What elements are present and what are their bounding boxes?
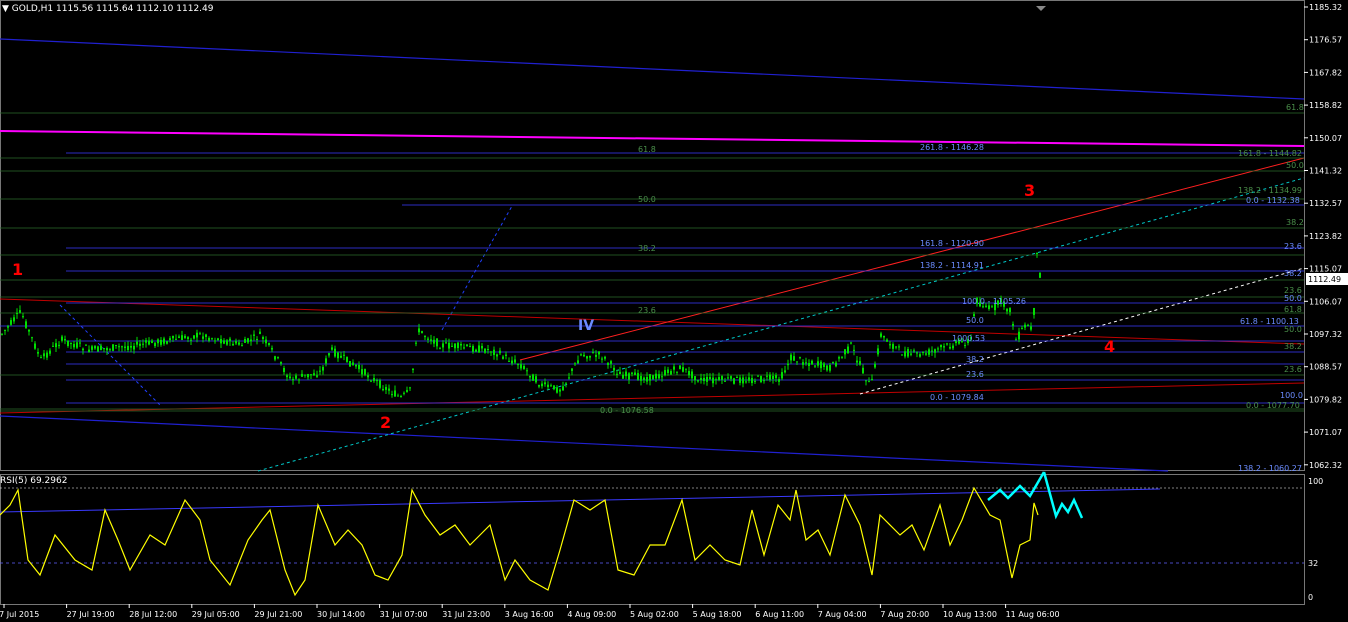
fib-label: 61.8 (638, 145, 656, 154)
fib-label: 50.0 (1284, 325, 1302, 334)
cyan-arrow-down (1042, 471, 1084, 520)
magenta-line[interactable] (0, 130, 1305, 147)
time-tick-label: 7 Aug 04:00 (818, 610, 867, 619)
time-axis: 27 Jul 2015 27 Jul 19:00 28 Jul 12:00 29 Ju… (0, 604, 1060, 619)
wave-label-1: 1 (12, 260, 23, 279)
fib-label: 161.8 - 1144.82 (1238, 149, 1302, 158)
candlesticks (1, 252, 1041, 398)
chart-header: ▼ GOLD,H1 1115.56 1115.64 1112.10 1112.4… (2, 4, 213, 14)
fib-label: 138.2 - 1060.27 (1238, 464, 1302, 473)
fib-label: 0.0 - 1076.58 (600, 406, 654, 415)
current-price-label: 1112.49 (1308, 275, 1341, 284)
time-tick-label: 10 Aug 13:00 (943, 610, 997, 619)
time-tick-label: 3 Aug 16:00 (505, 610, 554, 619)
price-tick-label: 1123.82 (1309, 232, 1342, 241)
cyan-arrow-up (987, 471, 1046, 501)
fibonacci-labels: 261.8 - 1146.28 161.8 - 1120.90 138.2 - 11… (600, 103, 1304, 473)
fib-label: 100.0 - 1105.26 (962, 297, 1026, 306)
wave-label-iv: IV (578, 318, 594, 334)
main-chart-frame (0, 0, 1305, 471)
price-chart[interactable]: 261.8 - 1146.28 161.8 - 1120.90 138.2 - 11… (0, 0, 1348, 622)
price-tick-label: 1062.32 (1309, 461, 1342, 470)
fib-label: 38.2 (1284, 269, 1302, 278)
price-tick-label: 1088.57 (1309, 363, 1342, 372)
rsi-line (0, 486, 1039, 597)
fib-label: 0.0 - 1132.38 (1246, 196, 1300, 205)
red-channel-upper[interactable] (519, 157, 1305, 361)
time-tick-label: 27 Jul 2015 (0, 610, 39, 619)
fib-label: 138.2 - 1114.91 (920, 261, 984, 270)
fib-label: 23.6 (1284, 365, 1302, 374)
fib-label: 100.0 (1280, 391, 1303, 400)
symbol-label: GOLD,H1 (11, 4, 54, 14)
price-tick-label: 1132.57 (1309, 199, 1342, 208)
time-tick-label: 31 Jul 23:00 (442, 610, 490, 619)
price-tick-label: 1079.82 (1309, 395, 1342, 404)
time-tick-label: 7 Aug 20:00 (880, 610, 929, 619)
price-tick-label: 1097.32 (1309, 330, 1342, 339)
price-tick-label: 1106.07 (1309, 297, 1342, 306)
fibonacci-levels[interactable] (0, 112, 1304, 412)
rsi-label-32: 32 (1308, 559, 1318, 568)
rsi-label-100: 100 (1308, 477, 1323, 486)
fib-label: 61.8 (1286, 103, 1304, 112)
fib-label: 50.0 (1286, 161, 1304, 170)
price-tick-label: 1167.82 (1309, 68, 1342, 77)
price-tick-label: 1176.57 (1309, 36, 1342, 45)
price-tick-label: 1185.32 (1309, 3, 1342, 12)
fib-label: 61.8 (1284, 305, 1302, 314)
time-tick-label: 11 Aug 06:00 (1006, 610, 1060, 619)
fib-label: 0.0 - 1077.70 (1246, 401, 1300, 410)
fib-label: 0.0 - 1079.84 (930, 393, 984, 402)
fib-label: 38.2 (1286, 218, 1304, 227)
price-tick-label: 1150.07 (1309, 134, 1342, 143)
fib-label: 50.0 (966, 316, 984, 325)
blue-channel-upper[interactable] (0, 38, 1305, 100)
time-tick-label: 5 Aug 18:00 (693, 610, 742, 619)
fib-label: 1000.53 (952, 334, 985, 343)
blue-dotted-line-2[interactable] (59, 304, 161, 406)
price-tick-label: 1141.32 (1309, 167, 1342, 176)
fib-label: 23.6 (966, 370, 984, 379)
price-tick-label: 1071.07 (1309, 428, 1342, 437)
fib-label: 50.0 (1284, 294, 1302, 303)
time-tick-label: 27 Jul 19:00 (67, 610, 115, 619)
chart-window[interactable]: 261.8 - 1146.28 161.8 - 1120.90 138.2 - 11… (0, 0, 1348, 622)
cyan-dotted-trendline[interactable] (257, 177, 1305, 472)
fib-label: 38.2 (1284, 342, 1302, 351)
fib-label: 161.8 - 1120.90 (920, 239, 984, 248)
price-axis: 1185.32 1176.57 1167.82 1158.82 1150.07 1141.… (1304, 3, 1342, 470)
blue-dotted-line[interactable] (441, 205, 513, 331)
time-tick-label: 28 Jul 12:00 (129, 610, 177, 619)
shift-marker-icon[interactable] (1036, 6, 1046, 11)
wave-label-2: 2 (380, 413, 391, 432)
rsi-label-0: 0 (1308, 593, 1313, 602)
fib-label: 23.6 (1284, 242, 1302, 251)
time-tick-label: 6 Aug 11:00 (755, 610, 804, 619)
time-tick-label: 30 Jul 14:00 (317, 610, 365, 619)
ohlc-values: 1115.56 1115.64 1112.10 1112.49 (56, 4, 214, 14)
rsi-title: RSI(5) 69.2962 (0, 476, 68, 486)
fib-label: 38.2 (638, 244, 656, 253)
fib-label: 138.2 - 1134.99 (1238, 186, 1302, 195)
time-tick-label: 29 Jul 21:00 (254, 610, 302, 619)
time-tick-label: 5 Aug 02:00 (630, 610, 679, 619)
time-tick-label: 31 Jul 07:00 (380, 610, 428, 619)
fib-label: 261.8 - 1146.28 (920, 143, 984, 152)
rsi-frame (0, 474, 1305, 605)
price-tick-label: 1115.07 (1309, 265, 1342, 274)
wave-label-3: 3 (1024, 181, 1035, 200)
time-tick-label: 29 Jul 05:00 (192, 610, 240, 619)
fib-label: 23.6 (638, 306, 656, 315)
blue-channel-lower[interactable] (0, 415, 1169, 472)
wave-label-4: 4 (1104, 337, 1115, 356)
time-tick-label: 4 Aug 09:00 (567, 610, 616, 619)
menu-triangle-icon[interactable]: ▼ (2, 4, 9, 14)
fib-label: 38.2 (966, 355, 984, 364)
price-tick-label: 1158.82 (1309, 101, 1342, 110)
fib-label: 50.0 (638, 195, 656, 204)
